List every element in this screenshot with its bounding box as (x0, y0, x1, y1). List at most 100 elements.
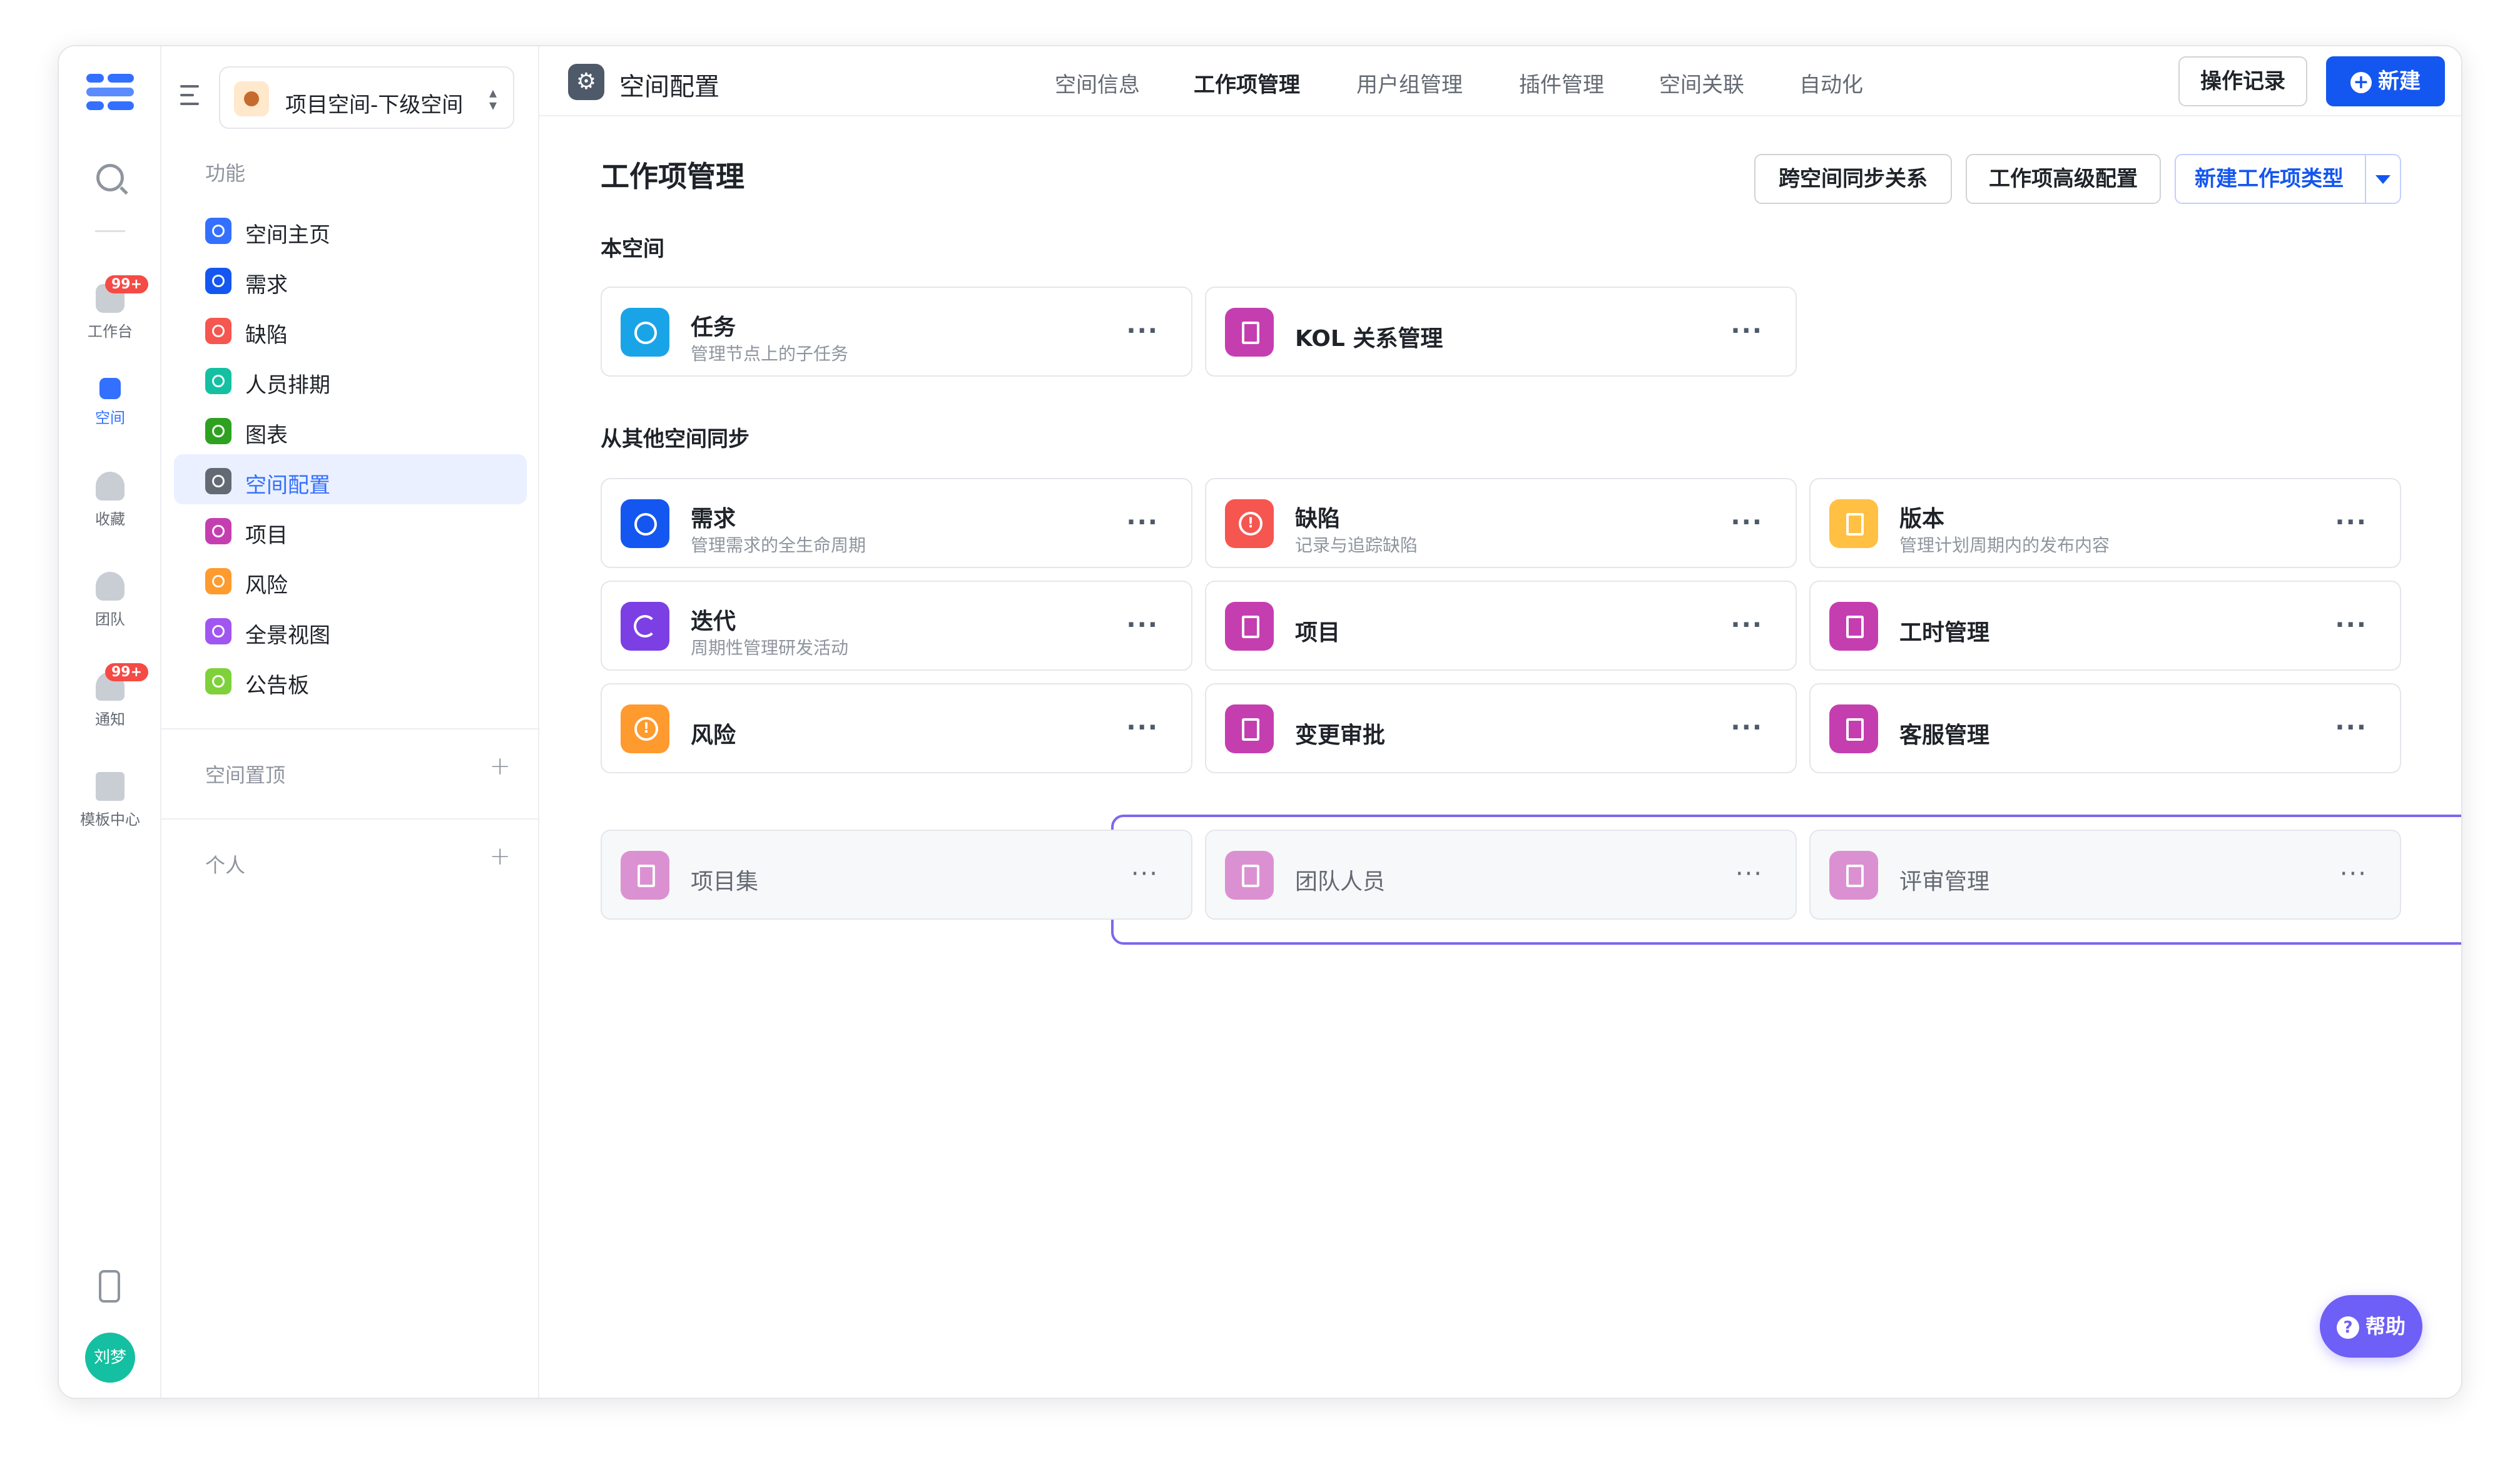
rail-item-favorites[interactable]: 收藏 (59, 472, 161, 529)
rail-item-workbench[interactable]: 99+ 工作台 (59, 275, 161, 341)
main-content: ⚙ 空间配置 空间信息 工作项管理 用户组管理 插件管理 空间关联 自动化 操作… (539, 46, 2461, 1398)
cross-space-sync-button[interactable]: 跨空间同步关系 (1754, 154, 1952, 204)
more-icon[interactable]: ··· (2340, 860, 2367, 888)
sidebar-item-defects[interactable]: 缺陷 (205, 307, 518, 355)
rail-item-space[interactable]: 空间 (59, 378, 161, 427)
dropdown-caret-icon[interactable] (2375, 175, 2390, 184)
rail-item-label: 工作台 (88, 323, 133, 340)
card-title: 任务 (691, 315, 736, 340)
new-work-item-type-button[interactable]: 新建工作项类型 (2175, 154, 2401, 204)
rail-item-label: 空间 (95, 409, 125, 427)
new-type-label: 新建工作项类型 (2195, 166, 2344, 191)
search-icon[interactable] (96, 164, 124, 191)
more-icon[interactable]: ··· (1730, 317, 1763, 345)
tab-space-links[interactable]: 空间关联 (1659, 68, 1744, 98)
bookmark-icon (1225, 851, 1274, 900)
tab-space-info[interactable]: 空间信息 (1055, 68, 1140, 98)
tab-user-groups[interactable]: 用户组管理 (1356, 68, 1463, 98)
work-item-card[interactable]: 工时管理 ··· (1809, 581, 2401, 671)
more-icon[interactable]: ··· (1126, 713, 1159, 742)
more-icon[interactable]: ··· (1735, 860, 1763, 888)
sidebar-item-staff-schedule[interactable]: 人员排期 (205, 357, 518, 405)
work-item-card[interactable]: 需求 管理需求的全生命周期 ··· (601, 478, 1192, 568)
tab-work-item-management[interactable]: 工作项管理 (1194, 68, 1300, 98)
rail-item-team[interactable]: 团队 (59, 572, 161, 629)
add-pinned-icon[interactable]: + (489, 752, 511, 781)
page-title: 工作项管理 (601, 160, 744, 193)
history-button[interactable]: 操作记录 (2178, 56, 2307, 106)
check-circle-icon (621, 308, 669, 357)
more-icon[interactable]: ··· (2335, 508, 2367, 537)
grid-icon (96, 772, 124, 801)
section-label-features: 功能 (205, 161, 246, 185)
work-item-card[interactable]: 项目 ··· (1205, 581, 1797, 671)
sidebar-item-label: 风险 (245, 573, 288, 598)
rail-item-templates[interactable]: 模板中心 (59, 772, 161, 829)
card-title: 客服管理 (1899, 723, 1990, 748)
help-label: 帮助 (2365, 1314, 2406, 1338)
card-desc: 周期性管理研发活动 (691, 638, 849, 658)
card-title: 项目 (1295, 620, 1341, 646)
sidebar-item-space-config[interactable]: 空间配置 (205, 457, 518, 506)
work-item-card[interactable]: KOL 关系管理 ··· (1205, 287, 1797, 377)
flag-icon (205, 668, 231, 694)
rail-item-notifications[interactable]: 99+ 通知 (59, 663, 161, 729)
work-item-card[interactable]: 缺陷 记录与追踪缺陷 ··· (1205, 478, 1797, 568)
section-synced: 从其他空间同步 (601, 427, 749, 452)
add-personal-icon[interactable]: + (489, 842, 511, 871)
new-button[interactable]: + 新建 (2326, 56, 2445, 106)
avatar[interactable]: 刘梦 (85, 1333, 135, 1383)
section-label-personal: 个人 (205, 853, 246, 877)
help-button[interactable]: ? 帮助 (2320, 1295, 2422, 1358)
app-logo[interactable] (86, 74, 134, 111)
check-circle-icon (205, 268, 231, 294)
sidebar-item-panorama[interactable]: 全景视图 (205, 607, 518, 656)
more-icon[interactable]: ··· (1730, 713, 1763, 742)
check-circle-icon (621, 499, 669, 548)
work-item-card[interactable]: 版本 管理计划周期内的发布内容 ··· (1809, 478, 2401, 568)
bookmark-icon (621, 851, 669, 900)
tab-automation[interactable]: 自动化 (1799, 68, 1863, 98)
sidebar-item-risks[interactable]: 风险 (205, 557, 518, 606)
mobile-icon[interactable] (99, 1270, 120, 1303)
card-desc: 管理计划周期内的发布内容 (1899, 535, 2110, 556)
work-item-card[interactable]: 变更审批 ··· (1205, 683, 1797, 773)
card-title: 工时管理 (1899, 620, 1990, 646)
more-icon[interactable]: ··· (1730, 611, 1763, 639)
space-selector[interactable]: 项目空间-下级空间 ▴ ▾ (219, 66, 514, 129)
more-icon[interactable]: ··· (2335, 611, 2367, 639)
advanced-config-button[interactable]: 工作项高级配置 (1966, 154, 2161, 204)
button-split-divider (2365, 155, 2366, 203)
more-icon[interactable]: ··· (1126, 508, 1159, 537)
work-item-card[interactable]: 迭代 周期性管理研发活动 ··· (601, 581, 1192, 671)
sidebar-divider (161, 818, 539, 820)
more-icon[interactable]: ··· (1126, 317, 1159, 345)
collapse-sidebar-icon[interactable] (180, 84, 205, 106)
page-header-title: 空间配置 (619, 73, 719, 101)
pie-chart-icon (205, 418, 231, 444)
alert-circle-icon (205, 318, 231, 344)
sidebar-item-requirements[interactable]: 需求 (205, 257, 518, 305)
tab-plugins[interactable]: 插件管理 (1519, 68, 1604, 98)
section-label-pinned: 空间置顶 (205, 763, 286, 787)
sidebar-item-projects[interactable]: 项目 (205, 507, 518, 556)
work-item-card-disabled[interactable]: 项目集 ··· (601, 830, 1192, 920)
more-icon[interactable]: ··· (1131, 860, 1159, 888)
sidebar-item-space-home[interactable]: 空间主页 (205, 206, 518, 255)
alert-circle-icon (1225, 499, 1274, 548)
more-icon[interactable]: ··· (1730, 508, 1763, 537)
work-item-card-disabled[interactable]: 评审管理 ··· (1809, 830, 2401, 920)
home-icon (205, 218, 231, 244)
sidebar-item-label: 空间主页 (245, 223, 330, 248)
work-item-card-disabled[interactable]: 团队人员 ··· (1205, 830, 1797, 920)
alert-circle-icon (205, 568, 231, 594)
work-item-card[interactable]: 客服管理 ··· (1809, 683, 2401, 773)
sidebar-item-charts[interactable]: 图表 (205, 407, 518, 455)
work-item-card[interactable]: 任务 管理节点上的子任务 ··· (601, 287, 1192, 377)
more-icon[interactable]: ··· (1126, 611, 1159, 639)
bookmark-icon (1829, 704, 1878, 753)
card-desc: 管理节点上的子任务 (691, 343, 849, 364)
work-item-card[interactable]: 风险 ··· (601, 683, 1192, 773)
sidebar-item-bulletin[interactable]: 公告板 (205, 657, 518, 706)
more-icon[interactable]: ··· (2335, 713, 2367, 742)
